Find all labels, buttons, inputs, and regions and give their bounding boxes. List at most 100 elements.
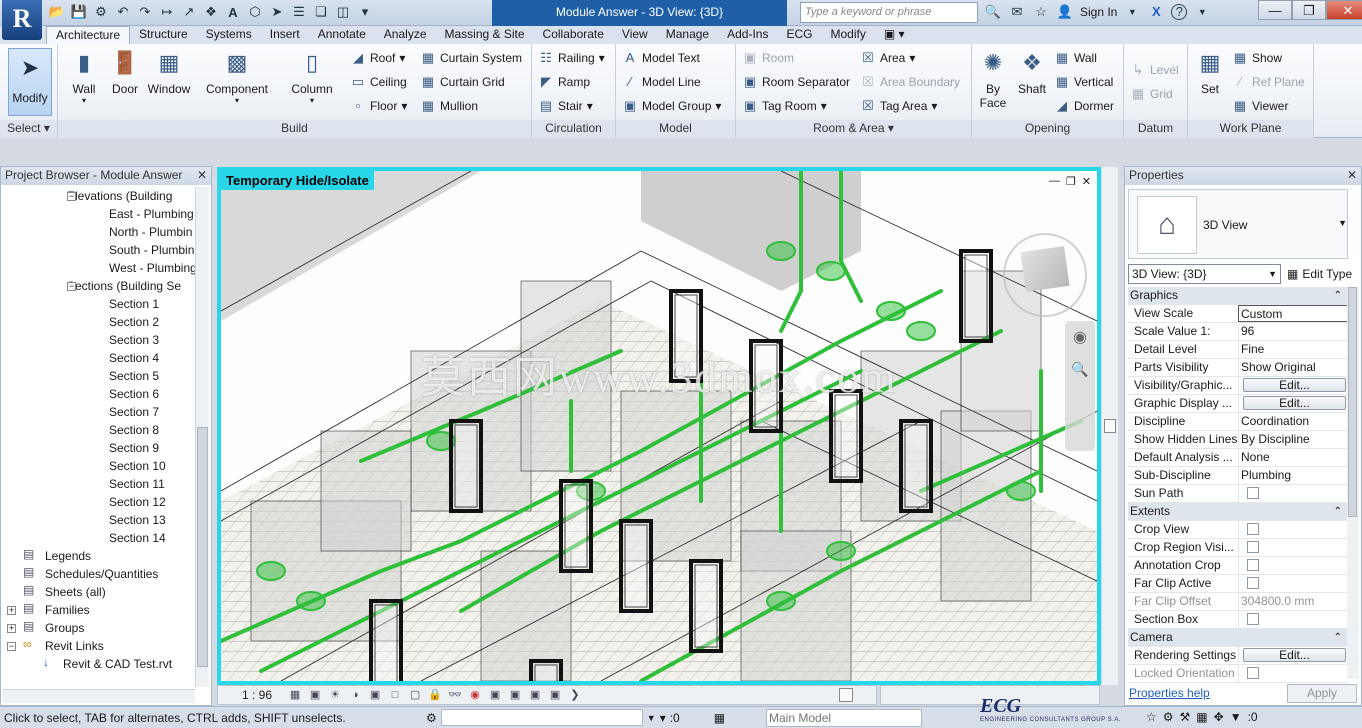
wall-opening-button[interactable]: ▦ Wall — [1054, 48, 1097, 68]
design-options-field[interactable]: Main Model — [766, 709, 922, 727]
help-dropdown-icon[interactable]: ▼ — [1193, 3, 1211, 21]
measure-icon[interactable]: ↦ — [158, 3, 176, 21]
property-value[interactable]: 304800.0 mm — [1238, 593, 1348, 610]
view-scale[interactable]: 1 : 96 — [242, 688, 272, 702]
collapse-icon[interactable]: − — [7, 642, 16, 651]
tree-item[interactable]: Schedules/Quantities — [45, 565, 158, 583]
select-underlay-icon[interactable]: ⚙ — [1163, 710, 1174, 724]
sign-in-button[interactable]: Sign In — [1080, 5, 1117, 19]
property-value[interactable]: Coordination — [1238, 413, 1348, 430]
close-icon[interactable]: ✕ — [197, 167, 207, 184]
reveal-hidden-icon[interactable]: ◉ — [468, 688, 482, 702]
restore-icon[interactable]: ❐ — [1292, 0, 1326, 20]
restore-icon[interactable]: ❐ — [1066, 175, 1076, 188]
chevron-down-icon[interactable]: ▼ — [1123, 3, 1141, 21]
tab-architecture[interactable]: Architecture — [46, 26, 131, 44]
property-value[interactable]: None — [1238, 449, 1348, 466]
tree-item[interactable]: Legends — [45, 547, 91, 565]
select-by-face-icon[interactable]: ▦ — [1196, 710, 1207, 724]
navigation-bar[interactable]: ◉ 🔍 — [1065, 321, 1095, 451]
temporary-hide-isolate-icon[interactable]: 👓 — [448, 688, 462, 702]
detail-level-icon[interactable]: ▦ — [288, 688, 302, 702]
scrollbar-thumb[interactable] — [1104, 419, 1116, 433]
property-checkbox[interactable] — [1247, 487, 1259, 499]
switch-windows-icon[interactable]: ◫ — [334, 3, 352, 21]
property-section-header[interactable]: Extents ⌃ — [1128, 503, 1348, 521]
curtain-system-button[interactable]: ▦ Curtain System — [420, 48, 522, 68]
tree-item[interactable]: East - Plumbing — [109, 205, 194, 223]
tree-item[interactable]: Section 8 — [109, 421, 159, 439]
tree-item[interactable]: Section 13 — [109, 511, 166, 529]
properties-help-link[interactable]: Properties help — [1129, 686, 1210, 700]
property-value[interactable]: Custom — [1238, 305, 1348, 322]
tree-item[interactable]: Section 11 — [109, 475, 165, 493]
tree-item[interactable]: Section 7 — [109, 403, 159, 421]
lock-view-icon[interactable]: 🔒 — [428, 688, 442, 702]
property-value[interactable] — [1238, 575, 1348, 592]
3d-view-icon[interactable]: ⬡ — [246, 3, 264, 21]
tag-area-button[interactable]: ☒ Tag Area ▾ — [860, 96, 937, 116]
model-group-button[interactable]: ▣ Model Group ▾ — [622, 96, 722, 116]
select-links-icon[interactable]: ☆ — [1146, 710, 1157, 724]
property-value[interactable]: Edit... — [1238, 395, 1348, 412]
tree-item[interactable]: Section 10 — [109, 457, 166, 475]
close-hidden-icon[interactable]: ❏ — [312, 3, 330, 21]
browser-horizontal-scrollbar[interactable] — [3, 689, 195, 703]
collapse-icon[interactable]: − — [67, 282, 76, 291]
properties-scrollbar[interactable] — [1347, 287, 1359, 679]
select-panel-label[interactable]: Select ▾ — [0, 120, 57, 138]
modify-button[interactable]: ➤ Modify — [8, 48, 52, 116]
property-value[interactable] — [1238, 485, 1348, 502]
property-value[interactable]: Fine — [1238, 341, 1348, 358]
tree-item[interactable]: Revit Links — [45, 637, 104, 655]
tab-modify[interactable]: Modify — [821, 26, 874, 44]
favorites-star-icon[interactable]: ☆ — [1032, 3, 1050, 21]
close-icon[interactable]: ✕ — [1082, 175, 1091, 188]
area-boundary-button[interactable]: ☒ Area Boundary — [860, 72, 960, 92]
edit-button[interactable]: Edit... — [1243, 396, 1346, 410]
shadows-icon[interactable]: ◑ — [348, 688, 362, 702]
crop-region-icon[interactable]: ▢ — [408, 688, 422, 702]
collapse-icon[interactable]: ⌃ — [1334, 629, 1342, 646]
tree-item[interactable]: Section 6 — [109, 385, 159, 403]
tag-room-button[interactable]: ▣ Tag Room ▾ — [742, 96, 827, 116]
property-value[interactable]: By Discipline — [1238, 431, 1348, 448]
aligned-dimension-icon[interactable]: ↗ — [180, 3, 198, 21]
property-section-header[interactable]: Graphics ⌃ — [1128, 287, 1348, 305]
application-menu-button[interactable]: R — [2, 0, 42, 40]
floor-button[interactable]: ▫ Floor ▾ — [350, 96, 408, 116]
tab-massing-site[interactable]: Massing & Site — [436, 26, 534, 44]
property-value[interactable]: Show Original — [1238, 359, 1348, 376]
vertical-opening-button[interactable]: ▦ Vertical — [1054, 72, 1114, 92]
render-icon[interactable]: ▣ — [368, 688, 382, 702]
column-button[interactable]: ▯ Column ▾ — [288, 48, 336, 105]
ribbon-minimize-icon[interactable]: ▣ ▾ — [875, 26, 914, 44]
help-icon[interactable]: ? — [1171, 4, 1188, 20]
tree-item[interactable]: Families — [45, 601, 90, 619]
steering-wheel-icon[interactable]: ◉ — [1065, 327, 1095, 347]
tab-analyze[interactable]: Analyze — [375, 26, 436, 44]
qat-customize-icon[interactable]: ▾ — [356, 3, 374, 21]
property-checkbox[interactable] — [1247, 577, 1259, 589]
curtain-grid-button[interactable]: ▦ Curtain Grid — [420, 72, 505, 92]
reveal-constraints-icon[interactable]: ▣ — [548, 688, 562, 702]
minimize-icon[interactable]: — — [1258, 0, 1292, 20]
viewcube[interactable] — [1003, 233, 1087, 317]
property-value[interactable]: 96 — [1238, 323, 1348, 340]
redo-icon[interactable]: ↷ — [136, 3, 154, 21]
tab-annotate[interactable]: Annotate — [309, 26, 375, 44]
property-checkbox[interactable] — [1247, 541, 1259, 553]
tab-manage[interactable]: Manage — [657, 26, 718, 44]
ramp-button[interactable]: ◤ Ramp — [538, 72, 590, 92]
tree-item[interactable]: Section 9 — [109, 439, 159, 457]
area-button[interactable]: ☒ Area ▾ — [860, 48, 915, 68]
undo-icon[interactable]: ↶ — [114, 3, 132, 21]
communication-icon[interactable]: ✉ — [1008, 3, 1026, 21]
model-text-button[interactable]: A Model Text — [622, 48, 700, 68]
roof-button[interactable]: ◢ Roof ▾ — [350, 48, 405, 68]
edit-button[interactable]: Edit... — [1243, 378, 1346, 392]
chevron-down-icon[interactable]: ▼ — [647, 713, 656, 723]
tab-add-ins[interactable]: Add-Ins — [718, 26, 777, 44]
worksharing-icon[interactable]: ▣ — [488, 688, 502, 702]
tree-item[interactable]: Section 4 — [109, 349, 159, 367]
